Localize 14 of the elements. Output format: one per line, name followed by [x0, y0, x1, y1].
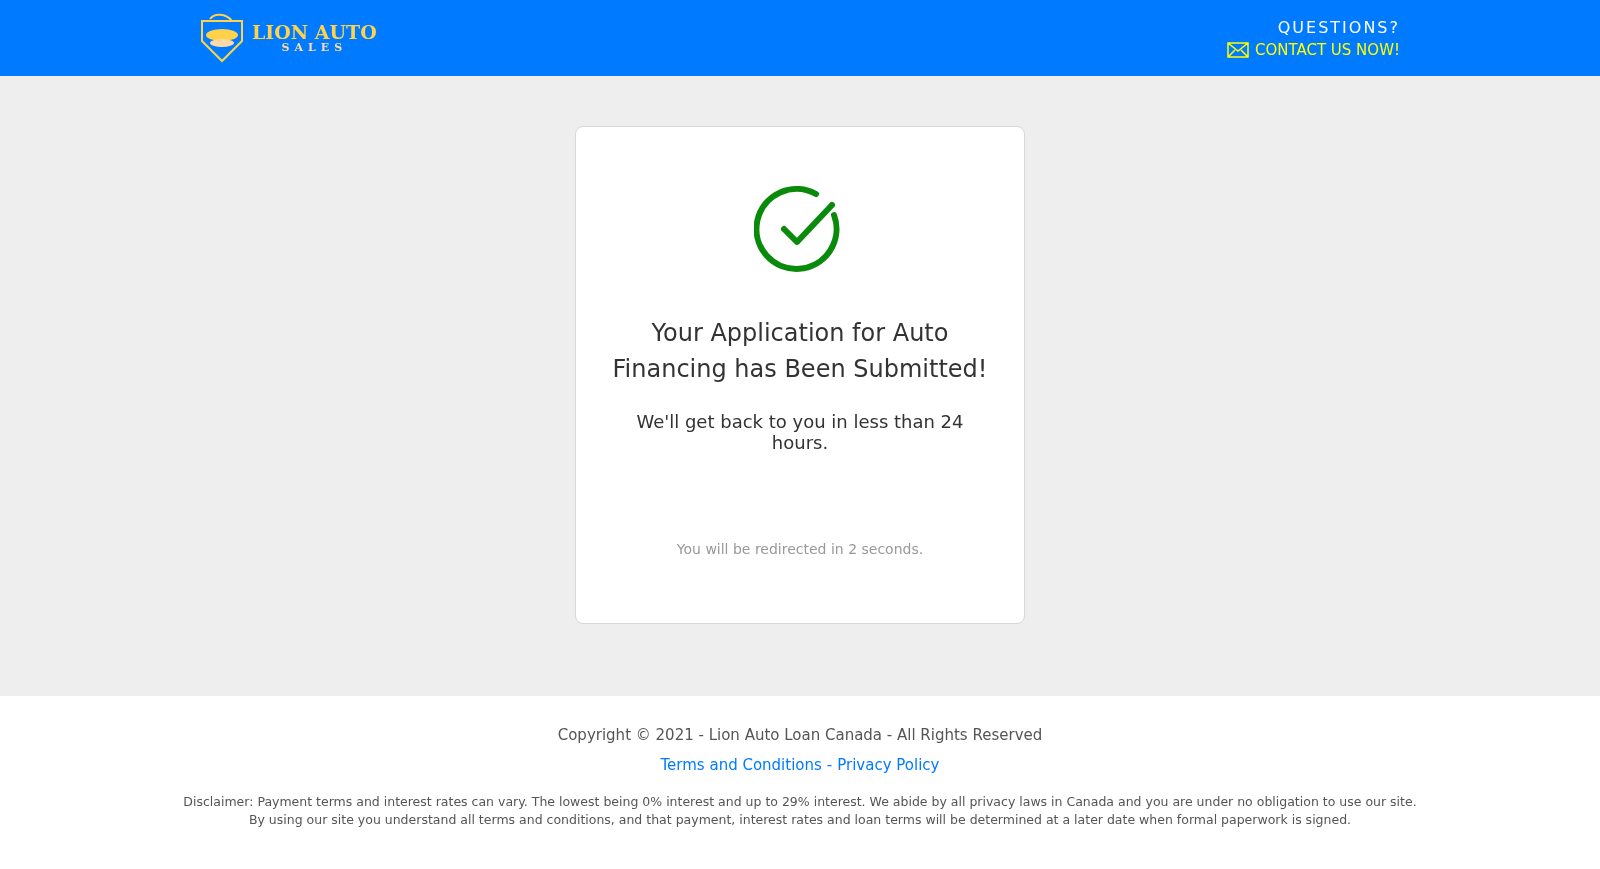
- copyright-text: Copyright © 2021 - Lion Auto Loan Canada - All Rights Reserved: [557, 726, 1043, 744]
- footer-link[interactable]: Terms and Conditions: [660, 756, 822, 774]
- confirmation-message: We'll get back to you in less than 24 hours.: [635, 411, 965, 453]
- logo-title: LION AUTO: [252, 23, 377, 42]
- redirect-notice: You will be redirected in 2 seconds.: [676, 541, 924, 557]
- logo-subtitle: SALES: [281, 42, 348, 53]
- envelope-icon: [1226, 41, 1249, 58]
- questions-label: QUESTIONS?: [1277, 17, 1400, 37]
- link-separator: -: [826, 756, 833, 774]
- footer-link[interactable]: Privacy Policy: [837, 756, 940, 774]
- confirmation-title: Your Application for Auto Financing has Been Submitted!: [611, 318, 989, 385]
- disclaimer-text: Disclaimer: Payment terms and interest rates can vary. The lowest being 0% interest and up to 29% interest. We abide by all privacy laws in Canada and you are under no obligation to use our site.: [183, 794, 1417, 809]
- disclaimer-text: By using our site you understand all terms and conditions, and that payment, interest rates and loan terms will be determined at a later date when formal paperwork is signed.: [248, 812, 1352, 827]
- contact-link[interactable]: CONTACT US NOW!: [1226, 40, 1400, 59]
